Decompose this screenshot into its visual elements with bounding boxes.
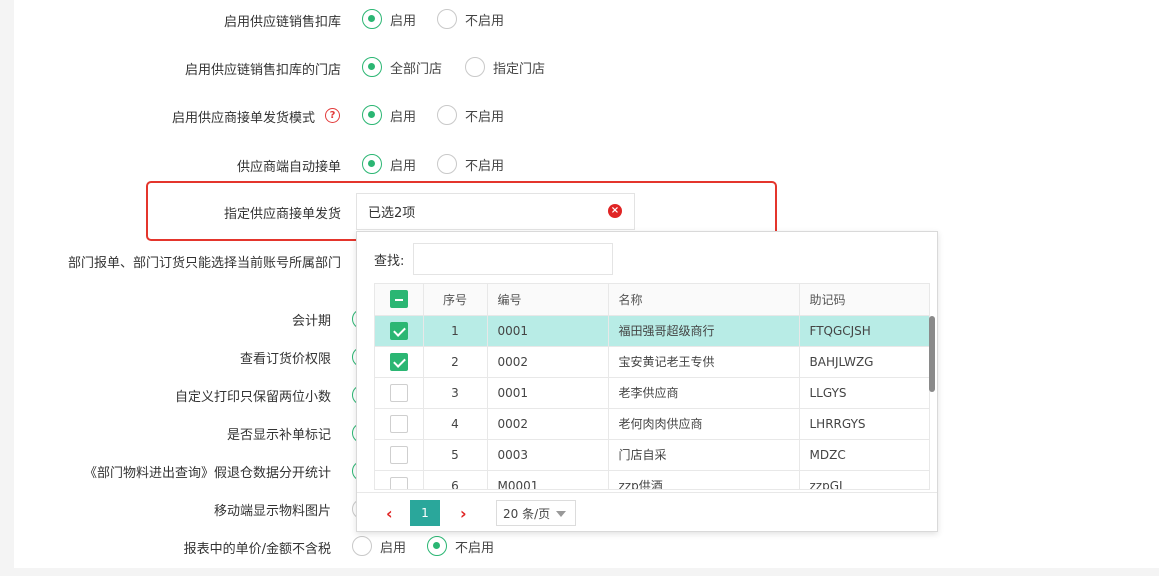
- radio-indicator: [362, 154, 382, 174]
- radio-indicator: [427, 536, 447, 556]
- radio-indicator: [437, 9, 457, 29]
- cell-mnemonic: MDZC: [799, 439, 929, 471]
- search-input[interactable]: [413, 243, 613, 275]
- cell-code: M0001: [487, 470, 609, 489]
- question-icon[interactable]: ?: [325, 108, 340, 123]
- radio-supply-chain-deduct-disable[interactable]: 不启用: [437, 9, 504, 29]
- radio-indicator: [437, 154, 457, 174]
- table-header-row: 序号 编号 名称 助记码: [375, 284, 929, 316]
- setting-label-deduct-stores: 启用供应链销售扣库的门店: [184, 63, 341, 78]
- cell-code: 0001: [487, 315, 609, 347]
- cell-mnemonic: FTQGCJSH: [799, 315, 929, 347]
- radio-supplier-ship-enable[interactable]: 启用: [362, 105, 416, 125]
- cell-name: 老何肉肉供应商: [608, 408, 800, 440]
- cell-mnemonic: BAHJLWZG: [799, 346, 929, 378]
- cell-name: 门店自采: [608, 439, 800, 471]
- table-row[interactable]: 3 0001 老李供应商 LLGYS: [375, 377, 929, 409]
- table-row[interactable]: 6 M0001 zzp供酒 zzpGJ: [375, 470, 929, 489]
- table-row[interactable]: 4 0002 老何肉肉供应商 LHRRGYS: [375, 408, 929, 440]
- row-checkbox[interactable]: [389, 352, 408, 371]
- column-header-code: 编号: [487, 284, 609, 316]
- cell-index: 5: [423, 439, 488, 471]
- cell-index: 2: [423, 346, 488, 378]
- setting-label-price-excl-tax: 报表中的单价/金额不含税: [183, 542, 331, 557]
- search-label: 查找:: [374, 254, 405, 269]
- setting-label-specified-supplier: 指定供应商接单发货: [223, 207, 341, 222]
- radio-auto-accept-enable[interactable]: 启用: [362, 154, 416, 174]
- setting-label-dept-material-query: 《部门物料进出查询》假退仓数据分开统计: [83, 466, 331, 481]
- page-button-current[interactable]: 1: [410, 500, 440, 526]
- radio-indicator: [362, 105, 382, 125]
- row-checkbox-cell: [375, 377, 424, 409]
- radio-all-stores[interactable]: 全部门店: [362, 57, 442, 77]
- setting-label-accounting-period: 会计期: [291, 314, 331, 329]
- setting-label-dept-order-own-dept: 部门报单、部门订货只能选择当前账号所属部门: [67, 256, 341, 271]
- caret-down-icon: [556, 511, 566, 517]
- row-checkbox-cell: [375, 470, 424, 489]
- radio-indicator: [437, 105, 457, 125]
- page-size-select[interactable]: 20 条/页: [496, 500, 576, 526]
- cell-index: 1: [423, 315, 488, 347]
- radio-specified-stores[interactable]: 指定门店: [465, 57, 545, 77]
- radio-supply-chain-deduct-enable[interactable]: 启用: [362, 9, 416, 29]
- cell-name: 老李供应商: [608, 377, 800, 409]
- cell-index: 4: [423, 408, 488, 440]
- radio-price-excl-tax-enable[interactable]: 启用: [352, 536, 406, 556]
- chevron-right-icon[interactable]: ›: [460, 504, 467, 523]
- setting-label-auto-accept: 供应商端自动接单: [236, 160, 341, 175]
- select-all-checkbox[interactable]: [389, 290, 408, 309]
- cell-code: 0002: [487, 346, 609, 378]
- setting-label-supply-chain-deduct: 启用供应链销售扣库: [223, 15, 341, 30]
- column-header-index: 序号: [423, 284, 488, 316]
- radio-price-excl-tax-disable[interactable]: 不启用: [427, 536, 494, 556]
- cell-index: 6: [423, 470, 488, 489]
- supplier-multiselect[interactable]: 已选2项 ×: [356, 193, 635, 230]
- table-row[interactable]: 2 0002 宝安黄记老王专供 BAHJLWZG: [375, 346, 929, 378]
- table-row[interactable]: 5 0003 门店自采 MDZC: [375, 439, 929, 471]
- page-size-value: 20 条/页: [503, 506, 551, 521]
- clear-icon[interactable]: ×: [608, 204, 622, 218]
- cell-mnemonic: zzpGJ: [799, 470, 929, 489]
- supplier-dropdown: 查找: 序号 编号 名称 助记码 1 0001 福田强哥超级商行 FTQGCJSH 2 0…: [356, 231, 938, 532]
- radio-indicator: [352, 536, 372, 556]
- setting-label-mobile-material-image: 移动端显示物料图片: [213, 504, 331, 519]
- row-checkbox[interactable]: [389, 383, 408, 402]
- cell-mnemonic: LHRRGYS: [799, 408, 929, 440]
- scrollbar-thumb[interactable]: [929, 316, 935, 392]
- column-header-name: 名称: [608, 284, 800, 316]
- cell-name: zzp供酒: [608, 470, 800, 489]
- cell-index: 3: [423, 377, 488, 409]
- radio-supplier-ship-disable[interactable]: 不启用: [437, 105, 504, 125]
- column-header-mnemonic: 助记码: [799, 284, 929, 316]
- row-checkbox[interactable]: [389, 321, 408, 340]
- row-checkbox-cell: [375, 439, 424, 471]
- row-checkbox[interactable]: [389, 414, 408, 433]
- row-checkbox-cell: [375, 346, 424, 378]
- cell-code: 0003: [487, 439, 609, 471]
- radio-indicator: [362, 9, 382, 29]
- cell-mnemonic: LLGYS: [799, 377, 929, 409]
- setting-label-print-two-decimals: 自定义打印只保留两位小数: [174, 390, 331, 405]
- pagination: ‹ 1 › 20 条/页: [357, 492, 937, 532]
- cell-name: 宝安黄记老王专供: [608, 346, 800, 378]
- cell-code: 0002: [487, 408, 609, 440]
- cell-name: 福田强哥超级商行: [608, 315, 800, 347]
- setting-label-show-supplement-mark: 是否显示补单标记: [226, 428, 331, 443]
- row-checkbox-cell: [375, 408, 424, 440]
- radio-indicator: [465, 57, 485, 77]
- radio-auto-accept-disable[interactable]: 不启用: [437, 154, 504, 174]
- chevron-left-icon[interactable]: ‹: [386, 504, 393, 523]
- row-checkbox[interactable]: [389, 476, 408, 489]
- supplier-table: 序号 编号 名称 助记码 1 0001 福田强哥超级商行 FTQGCJSH 2 0002 宝…: [374, 283, 930, 490]
- table-row[interactable]: 1 0001 福田强哥超级商行 FTQGCJSH: [375, 315, 929, 347]
- supplier-multiselect-value: 已选2项: [368, 206, 416, 221]
- cell-code: 0001: [487, 377, 609, 409]
- setting-label-supplier-ship-mode: 启用供应商接单发货模式: [171, 111, 315, 126]
- radio-indicator: [362, 57, 382, 77]
- setting-label-order-price-permission: 查看订货价权限: [239, 352, 331, 367]
- table-scrollbar[interactable]: [928, 314, 936, 490]
- row-checkbox-cell: [375, 315, 424, 347]
- header-checkbox-cell[interactable]: [375, 284, 424, 316]
- row-checkbox[interactable]: [389, 445, 408, 464]
